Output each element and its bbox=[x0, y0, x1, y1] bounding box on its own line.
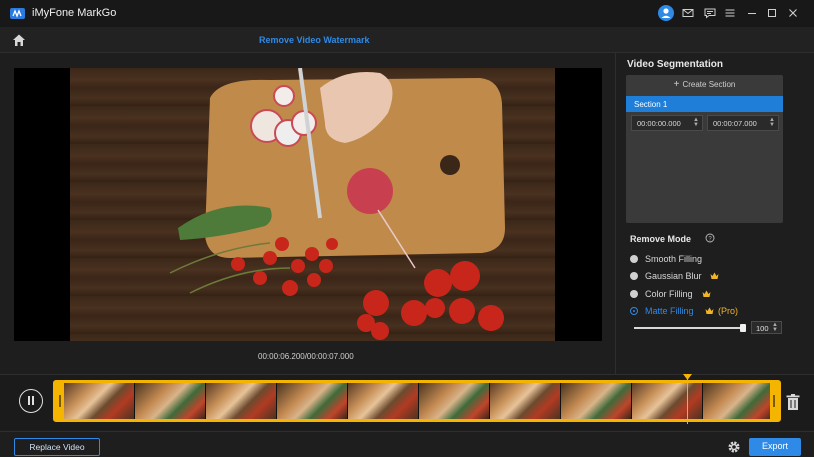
page-title: Remove Video Watermark bbox=[259, 35, 370, 45]
timeline-filmstrip[interactable] bbox=[53, 380, 781, 422]
crown-icon bbox=[710, 272, 719, 279]
matte-slider-thumb[interactable] bbox=[740, 324, 746, 332]
section-item[interactable]: Section 1 bbox=[626, 96, 783, 112]
create-section-label: Create Section bbox=[682, 80, 736, 89]
create-section-button[interactable]: + Create Section bbox=[626, 79, 783, 95]
option-label: Smooth Filling bbox=[645, 254, 703, 264]
crown-icon bbox=[702, 290, 711, 297]
frame-thumbnail bbox=[277, 383, 348, 419]
remove-mode-title: Remove Mode bbox=[630, 234, 692, 244]
frame-thumbnail bbox=[490, 383, 561, 419]
time-readout: 00:00:06.200/00:00:07.000 bbox=[258, 352, 354, 361]
gear-icon[interactable] bbox=[727, 440, 741, 454]
crown-icon bbox=[705, 307, 714, 314]
option-label: Matte Filling bbox=[645, 306, 694, 316]
header-bar: Remove Video Watermark bbox=[0, 27, 814, 53]
video-preview[interactable] bbox=[14, 68, 602, 341]
home-icon[interactable] bbox=[11, 32, 27, 48]
radio-button[interactable] bbox=[630, 272, 638, 280]
frame-thumbnail bbox=[206, 383, 277, 419]
frame-thumbnail bbox=[632, 383, 703, 419]
radio-button[interactable] bbox=[630, 290, 638, 298]
frame-thumbnails bbox=[64, 383, 774, 419]
plus-icon: + bbox=[673, 79, 680, 90]
app-logo-icon bbox=[10, 8, 25, 19]
video-frame bbox=[70, 68, 555, 341]
menu-icon[interactable] bbox=[723, 6, 737, 20]
title-bar: iMyFone MarkGo bbox=[0, 0, 814, 27]
frame-thumbnail bbox=[703, 383, 774, 419]
radio-button-selected[interactable] bbox=[630, 307, 638, 315]
frame-thumbnail bbox=[135, 383, 206, 419]
section-end-time: 00:00:07.000 bbox=[713, 119, 757, 128]
replace-video-button[interactable]: Replace Video bbox=[14, 438, 100, 456]
maximize-icon[interactable] bbox=[765, 6, 779, 20]
radio-button[interactable] bbox=[630, 255, 638, 263]
stepper-icon[interactable]: ▲ ▼ bbox=[772, 322, 778, 333]
minimize-icon[interactable] bbox=[745, 6, 759, 20]
mail-icon[interactable] bbox=[681, 6, 695, 20]
stepper-icon[interactable]: ▲ ▼ bbox=[693, 117, 699, 128]
frame-thumbnail bbox=[419, 383, 490, 419]
account-icon[interactable] bbox=[658, 5, 674, 21]
trim-handle-right[interactable] bbox=[770, 383, 778, 419]
option-label: Gaussian Blur bbox=[645, 271, 702, 281]
trash-icon[interactable] bbox=[785, 393, 801, 411]
export-button[interactable]: Export bbox=[749, 438, 801, 456]
footer-bar bbox=[0, 431, 814, 457]
matte-slider-track[interactable] bbox=[634, 327, 743, 329]
section-start-time: 00:00:00.000 bbox=[637, 119, 681, 128]
pause-button[interactable] bbox=[19, 389, 43, 413]
matte-value: 100 bbox=[756, 324, 769, 333]
option-label: Color Filling bbox=[645, 289, 693, 299]
matte-value-field[interactable]: 100 ▲ ▼ bbox=[751, 321, 782, 334]
trim-handle-left[interactable] bbox=[56, 383, 64, 419]
app-title: iMyFone MarkGo bbox=[32, 7, 117, 19]
frame-thumbnail bbox=[561, 383, 632, 419]
segmentation-panel: + Create Section Section 1 00:00:00.000 ▲… bbox=[626, 75, 783, 223]
section-start-time-field[interactable]: 00:00:00.000 ▲ ▼ bbox=[631, 115, 703, 131]
close-icon[interactable] bbox=[786, 6, 800, 20]
playhead[interactable] bbox=[687, 378, 688, 424]
segmentation-title: Video Segmentation bbox=[627, 59, 723, 70]
feedback-icon[interactable] bbox=[703, 6, 717, 20]
frame-thumbnail bbox=[64, 383, 135, 419]
section-end-time-field[interactable]: 00:00:07.000 ▲ ▼ bbox=[707, 115, 779, 131]
stepper-icon[interactable]: ▲ ▼ bbox=[769, 117, 775, 128]
frame-thumbnail bbox=[348, 383, 419, 419]
pro-badge: (Pro) bbox=[718, 306, 738, 316]
help-icon[interactable]: ? bbox=[705, 233, 715, 243]
panel-divider bbox=[615, 53, 616, 374]
